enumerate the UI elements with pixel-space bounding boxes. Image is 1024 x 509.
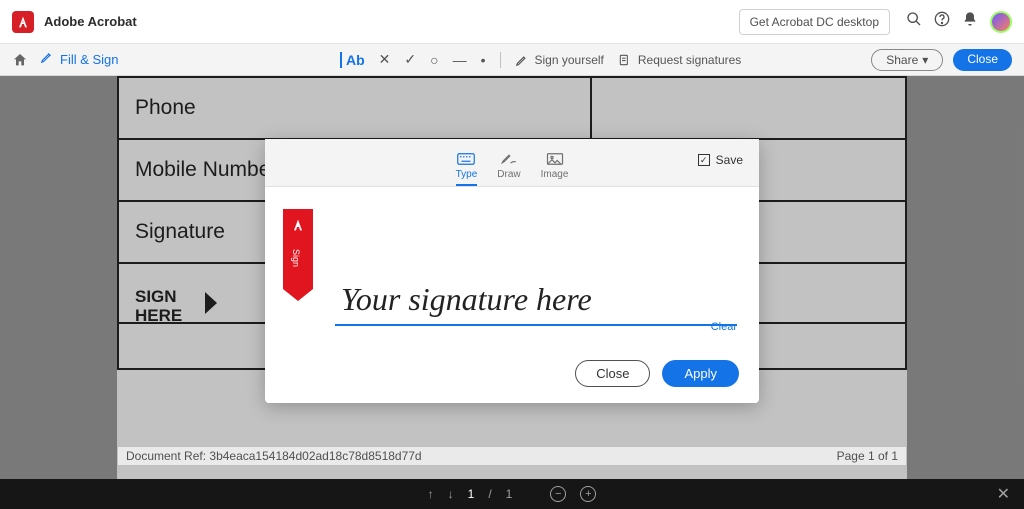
ribbon-text: Sign <box>291 249 301 267</box>
tab-type[interactable]: Type <box>456 152 478 186</box>
tab-draw[interactable]: Draw <box>497 152 520 186</box>
tab-type-label: Type <box>456 169 478 180</box>
current-page[interactable]: 1 <box>468 487 475 501</box>
modal-close-button[interactable]: Close <box>575 360 650 387</box>
checkbox-checked-icon: ✓ <box>698 154 710 166</box>
signature-modal-tabs: Type Draw Image ✓ Save <box>265 139 759 187</box>
sign-yourself-button[interactable]: Sign yourself <box>515 53 604 67</box>
fill-sign-pen-icon <box>40 50 54 69</box>
text-tool[interactable]: Ab <box>340 52 365 68</box>
acrobat-logo-icon <box>12 11 34 33</box>
image-icon <box>546 152 564 166</box>
notification-bell-icon[interactable] <box>962 11 978 32</box>
sign-yourself-label: Sign yourself <box>535 53 604 67</box>
acrobat-small-icon <box>290 217 306 233</box>
user-avatar[interactable] <box>990 11 1012 33</box>
total-pages: 1 <box>506 487 513 501</box>
form-tools-group: Ab ✕ ✓ ○ — • Sign yourself Request signa… <box>340 51 741 68</box>
bottom-bar-close-icon[interactable]: ✕ <box>997 484 1010 504</box>
cross-tool-icon[interactable]: ✕ <box>379 51 391 68</box>
page-up-icon[interactable]: ↑ <box>428 487 434 501</box>
check-tool-icon[interactable]: ✓ <box>404 51 416 68</box>
fill-sign-toolbar: Fill & Sign Ab ✕ ✓ ○ — • Sign yourself R… <box>0 44 1024 76</box>
tab-draw-label: Draw <box>497 169 520 180</box>
app-name: Adobe Acrobat <box>44 14 137 29</box>
save-label: Save <box>716 153 743 167</box>
clear-signature-link[interactable]: Clear <box>711 321 737 333</box>
home-icon[interactable] <box>12 52 28 68</box>
zoom-out-icon[interactable]: − <box>550 486 566 502</box>
request-signatures-label: Request signatures <box>638 53 741 67</box>
page-down-icon[interactable]: ↓ <box>448 487 454 501</box>
request-signatures-button[interactable]: Request signatures <box>618 53 741 67</box>
fill-sign-label: Fill & Sign <box>60 52 119 67</box>
save-signature-checkbox[interactable]: ✓ Save <box>698 153 743 167</box>
separator <box>500 52 501 68</box>
page-indicator: Page 1 of 1 <box>837 449 898 463</box>
get-acrobat-desktop-button[interactable]: Get Acrobat DC desktop <box>739 9 890 35</box>
document-status-bar: Document Ref: 3b4eaca154184d02ad18c78d85… <box>117 446 907 466</box>
doc-ref-label: Document Ref: <box>126 449 206 463</box>
circle-tool-icon[interactable]: ○ <box>430 52 438 68</box>
signature-modal: Type Draw Image ✓ Save Sign <box>265 139 759 403</box>
page-sep: / <box>488 487 491 501</box>
tab-image[interactable]: Image <box>541 152 569 186</box>
doc-ref-value: 3b4eaca154184d02ad18c78d8518d77d <box>209 449 421 463</box>
top-header: Adobe Acrobat Get Acrobat DC desktop <box>0 0 1024 44</box>
help-icon[interactable] <box>934 11 950 32</box>
zoom-in-icon[interactable]: + <box>580 486 596 502</box>
search-icon[interactable] <box>906 11 922 32</box>
line-tool-icon[interactable]: — <box>453 52 467 68</box>
chevron-down-icon: ▾ <box>922 53 928 67</box>
document-viewport: Phone Mobile Number Signature SIGNHERE M… <box>0 76 1024 479</box>
bottom-page-bar: ↑ ↓ 1 / 1 − + ✕ <box>0 479 1024 509</box>
signature-text-input[interactable] <box>335 277 737 326</box>
dot-tool-icon[interactable]: • <box>481 52 486 68</box>
toolbar-close-button[interactable]: Close <box>953 49 1012 71</box>
share-label: Share <box>886 53 918 67</box>
modal-apply-button[interactable]: Apply <box>662 360 739 387</box>
keyboard-icon <box>457 152 475 166</box>
share-button[interactable]: Share ▾ <box>871 49 943 71</box>
tab-image-label: Image <box>541 169 569 180</box>
sign-ribbon: Sign <box>283 209 313 289</box>
draw-pen-icon <box>500 152 518 166</box>
